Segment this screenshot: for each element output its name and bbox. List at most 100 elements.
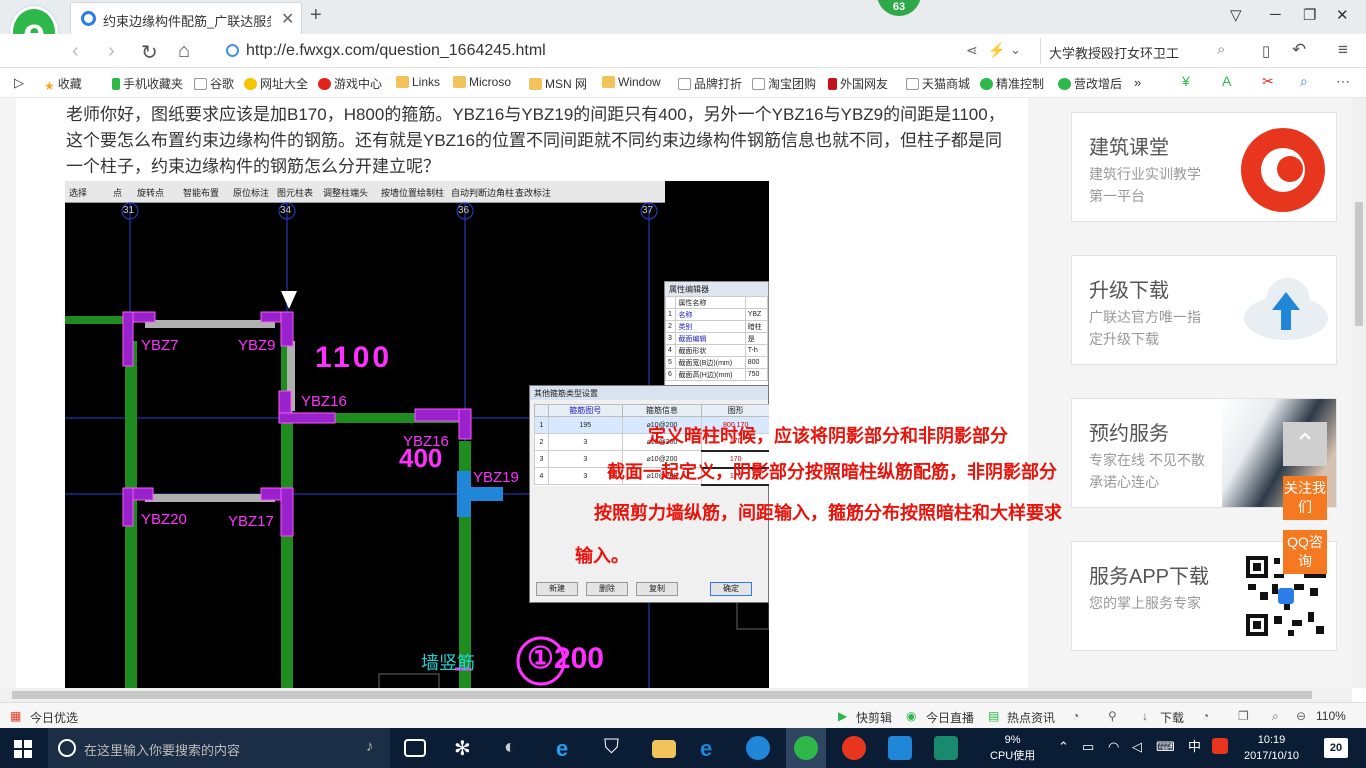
bookmark-favorites[interactable]: ★ 收藏 — [44, 75, 82, 93]
translate-icon[interactable]: A — [1222, 73, 1231, 89]
app-icon[interactable]: ◐ — [504, 736, 528, 760]
bookmark-item[interactable]: Window — [602, 75, 661, 89]
bookmark-item[interactable]: 游戏中心 — [318, 75, 382, 92]
notification-center[interactable]: 20 — [1324, 738, 1348, 758]
status-item[interactable]: 热点资讯 — [1007, 709, 1055, 726]
bookmark-item[interactable]: 网址大全 — [244, 75, 308, 92]
new-tab-button[interactable]: + — [310, 4, 322, 27]
status-item[interactable]: 快剪辑 — [856, 709, 892, 726]
bookmark-item[interactable]: 营改增后 — [1058, 75, 1122, 92]
delete-button[interactable]: 删除 — [586, 582, 628, 596]
scroll-thumb[interactable] — [1355, 202, 1363, 326]
vertical-scrollbar[interactable] — [1352, 98, 1366, 688]
window-icon[interactable]: ❐ — [1238, 709, 1249, 723]
url-field[interactable]: http://e.fwxgx.com/question_1664245.html — [226, 38, 1032, 64]
bookmarks-more[interactable]: » — [1134, 75, 1141, 90]
windows-start-icon[interactable] — [14, 740, 32, 758]
money-icon[interactable]: ¥ — [1182, 73, 1190, 89]
qq-consult-button[interactable]: QQ咨询 — [1283, 530, 1327, 574]
sogou-icon[interactable] — [1212, 738, 1228, 754]
table-row[interactable]: 5 截面宽(B边)(mm) 800 — [664, 356, 769, 369]
card-course[interactable]: 建筑课堂 建筑行业实训教学第一平台 — [1071, 112, 1337, 222]
bookmark-item[interactable]: 品牌打折 — [678, 75, 742, 92]
table-row[interactable]: 3 截面编辑是 — [664, 332, 769, 345]
speed-icon[interactable]: ⚡ — [988, 42, 1005, 59]
bookmark-item[interactable]: 淘宝团购 — [752, 75, 816, 92]
pin-icon[interactable]: ⚲ — [1108, 709, 1117, 723]
skin-icon[interactable]: ▽ — [1230, 6, 1242, 24]
search-box[interactable]: 大学教授殴打女环卫工 ⌕ — [1040, 38, 1236, 64]
close-tab-icon[interactable]: ✕ — [281, 9, 294, 29]
store-icon[interactable]: ⛉ — [604, 736, 628, 760]
close-window-icon[interactable]: ✕ — [1336, 6, 1349, 24]
battery-icon[interactable]: ▭ — [1082, 739, 1094, 755]
stirrup-dialog[interactable]: 其他箍筋类型设置 箍筋图号 箍筋信息 图形 1 195 ⌀10@200 800 170… — [529, 385, 769, 603]
menu-icon[interactable]: ≡ — [1338, 40, 1348, 60]
minimize-icon[interactable]: ─ — [1270, 6, 1281, 23]
notification-badge[interactable]: 63 — [877, 0, 921, 16]
volume-icon[interactable]: ◁ — [1132, 739, 1142, 755]
bookmark-item[interactable]: MSN 网 — [529, 75, 587, 92]
edge-icon[interactable]: e — [556, 736, 580, 761]
cpu-usage[interactable]: 9% CPU使用 — [990, 732, 1035, 764]
new-button[interactable]: 新建 — [536, 582, 578, 596]
zoom-icon[interactable]: ⌕ — [1272, 709, 1279, 724]
glodon-icon[interactable] — [746, 736, 770, 760]
ime-indicator[interactable]: 中 — [1188, 739, 1201, 755]
bookmark-item[interactable]: 谷歌 — [194, 75, 234, 92]
forward-icon[interactable]: › — [108, 40, 115, 63]
bookmark-item[interactable]: Microso — [453, 75, 511, 89]
home-icon[interactable]: ⌂ — [178, 40, 190, 63]
browser-task-icon[interactable] — [794, 736, 818, 760]
scroll-thumb[interactable] — [12, 691, 1312, 699]
bookmark-item[interactable]: 手机收藏夹 — [112, 75, 183, 92]
ok-button[interactable]: 确定 — [710, 582, 752, 596]
plus-app-icon[interactable] — [888, 736, 912, 760]
clock[interactable]: 10:19 2017/10/10 — [1244, 732, 1299, 764]
table-row[interactable]: 4 截面形状 T-h — [664, 344, 769, 357]
more-icon[interactable]: ⋯ — [1336, 73, 1350, 90]
table-row[interactable]: 2 类别 暗柱 — [664, 320, 769, 333]
magnifier-icon[interactable]: ⌕ — [1300, 73, 1308, 90]
keyboard-icon[interactable]: ⌨ — [1156, 739, 1175, 755]
search-icon[interactable]: ⌕ — [1217, 41, 1225, 58]
app-task-icon[interactable] — [842, 736, 866, 760]
task-view-icon[interactable] — [404, 739, 426, 757]
file-explorer-icon[interactable] — [652, 740, 676, 758]
spreadsheet-icon[interactable] — [934, 736, 958, 760]
fan-icon[interactable]: ✻ — [454, 736, 478, 760]
undo-icon[interactable]: ↶ — [1292, 40, 1306, 60]
browser-tab[interactable]: 约束边缘构件配筋_广联达服务新 ✕ — [70, 2, 302, 34]
status-item[interactable]: 今日直播 — [926, 709, 974, 726]
table-row[interactable]: 6 截面高(H边)(mm) 750 — [664, 368, 769, 381]
share-icon[interactable]: ⋖ — [966, 42, 978, 59]
horizontal-scrollbar[interactable] — [0, 688, 1352, 702]
property-editor[interactable]: 属性编辑器 属性名称 1 名称 YBZ 2 类别 暗柱 3 截面编辑是 4 截面形状 T-h … — [664, 281, 769, 391]
tray-chevron-icon[interactable]: ⌃ — [1058, 739, 1069, 755]
sidebar-toggle-icon[interactable]: ▷ — [14, 75, 24, 91]
status-item[interactable]: 今日优选 — [30, 709, 78, 726]
refresh-icon[interactable]: ↻ — [141, 40, 158, 65]
bookmark-item[interactable]: Links — [396, 75, 440, 89]
taskbar-search[interactable]: 在这里输入你要搜索的内容 ♪ — [48, 728, 390, 768]
zoom-level[interactable]: 110% — [1316, 709, 1346, 723]
follow-us-button[interactable]: 关注我们 — [1283, 476, 1327, 520]
bookmark-item[interactable]: 外国网友 — [828, 75, 888, 92]
bookmark-item[interactable]: 天猫商城 — [906, 75, 970, 92]
status-item[interactable]: 下载 — [1160, 709, 1184, 726]
wifi-icon[interactable]: ◠ — [1108, 739, 1119, 755]
zoom-out-icon[interactable]: ⊖ — [1296, 709, 1306, 723]
table-row[interactable]: 1 名称 YBZ — [664, 308, 769, 321]
chevron-down-icon[interactable]: ⌄ — [1010, 42, 1021, 58]
scissors-icon[interactable]: ✂ — [1262, 73, 1274, 90]
ie-icon[interactable]: e — [700, 736, 724, 761]
mobile-icon[interactable]: ▯ — [1262, 42, 1270, 60]
bookmark-item[interactable]: 精准控制 — [980, 75, 1044, 92]
restore-icon[interactable]: ❐ — [1303, 6, 1316, 24]
speed-icon[interactable]: ◔ — [1072, 709, 1079, 723]
card-download[interactable]: 升级下载 广联达官方唯一指定升级下载 — [1071, 255, 1337, 365]
copy-button[interactable]: 复制 — [636, 582, 678, 596]
microphone-icon[interactable]: ♪ — [366, 738, 374, 755]
back-icon[interactable]: ‹ — [72, 40, 79, 63]
sound-icon[interactable]: ◔ — [1202, 709, 1209, 723]
